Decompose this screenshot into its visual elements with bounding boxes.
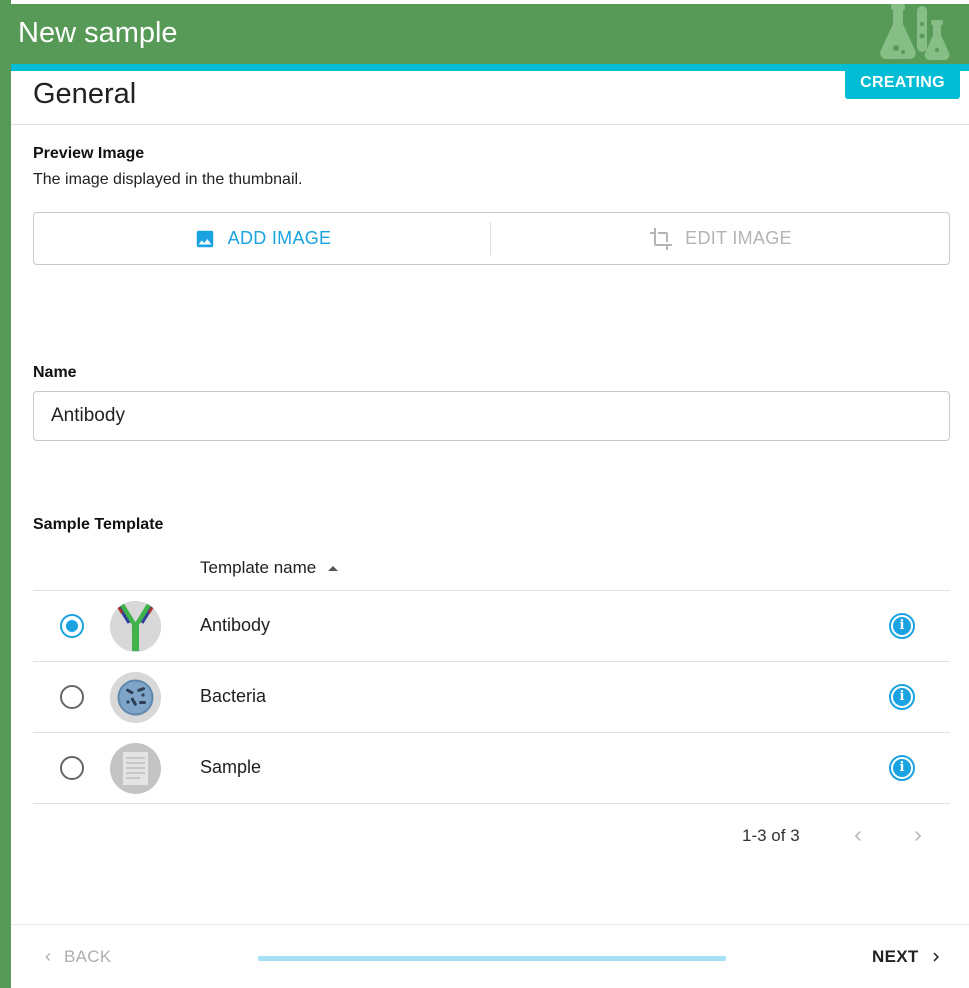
- pagination-range: 1-3 of 3: [742, 826, 800, 845]
- info-icon: i: [893, 688, 911, 706]
- wizard-dialog: New sample CREATING General Preview Imag…: [0, 0, 969, 988]
- add-image-label: ADD IMAGE: [227, 228, 332, 248]
- name-label: Name: [33, 364, 77, 381]
- template-name: Antibody: [200, 615, 271, 635]
- next-button[interactable]: NEXT: [872, 947, 945, 967]
- info-icon: i: [893, 759, 911, 777]
- table-divider: [33, 803, 950, 804]
- wizard-progress-bar: [258, 956, 726, 961]
- button-divider: [490, 222, 491, 255]
- bacteria-thumbnail: [110, 672, 161, 723]
- bacteria-icon: [110, 672, 161, 723]
- footer-divider: [11, 924, 969, 925]
- next-label: NEXT: [872, 947, 919, 966]
- chevron-right-icon: [932, 952, 939, 962]
- page-title: New sample: [18, 17, 178, 49]
- chevron-right-icon[interactable]: [908, 826, 928, 846]
- name-input[interactable]: [33, 391, 950, 441]
- document-icon: [110, 743, 161, 794]
- crop-icon: [650, 227, 673, 250]
- info-button[interactable]: i: [889, 684, 915, 710]
- back-label: BACK: [64, 947, 112, 966]
- table-row[interactable]: Bacteria i: [33, 662, 950, 733]
- info-button[interactable]: i: [889, 755, 915, 781]
- image-icon: [196, 230, 213, 247]
- chevron-left-icon[interactable]: [848, 826, 868, 846]
- sort-ascending-icon: [328, 565, 339, 571]
- antibody-icon: [110, 601, 161, 652]
- antibody-thumbnail: [110, 601, 161, 652]
- lab-flasks-icon: [880, 4, 950, 60]
- preview-image-help: The image displayed in the thumbnail.: [33, 171, 303, 188]
- edit-image-button[interactable]: EDIT IMAGE: [492, 213, 949, 264]
- template-name: Sample: [200, 757, 262, 777]
- sample-template-label: Sample Template: [33, 516, 164, 533]
- preview-image-label: Preview Image: [33, 145, 145, 162]
- image-button-group: ADD IMAGE EDIT IMAGE: [33, 212, 950, 265]
- header-bar: New sample: [0, 4, 969, 66]
- left-accent-border: [0, 0, 11, 988]
- back-button[interactable]: BACK: [40, 947, 112, 967]
- edit-image-label: EDIT IMAGE: [685, 228, 792, 248]
- status-badge: CREATING: [845, 70, 960, 99]
- section-divider: [11, 124, 969, 125]
- chevron-left-icon: [45, 953, 51, 961]
- table-row[interactable]: Antibody i: [33, 591, 950, 662]
- info-icon: i: [893, 617, 911, 635]
- column-header-label: Template name: [200, 558, 317, 577]
- header-accent-line: [11, 64, 969, 71]
- template-radio-bacteria[interactable]: [60, 685, 84, 709]
- table-row[interactable]: Sample i: [33, 733, 950, 804]
- template-radio-sample[interactable]: [60, 756, 84, 780]
- template-name: Bacteria: [200, 686, 267, 706]
- template-radio-antibody[interactable]: [60, 614, 84, 638]
- add-image-button[interactable]: ADD IMAGE: [34, 213, 491, 264]
- template-name-column-header[interactable]: Template name: [200, 558, 339, 578]
- info-button[interactable]: i: [889, 613, 915, 639]
- section-title: General: [33, 78, 137, 110]
- sample-thumbnail: [110, 743, 161, 794]
